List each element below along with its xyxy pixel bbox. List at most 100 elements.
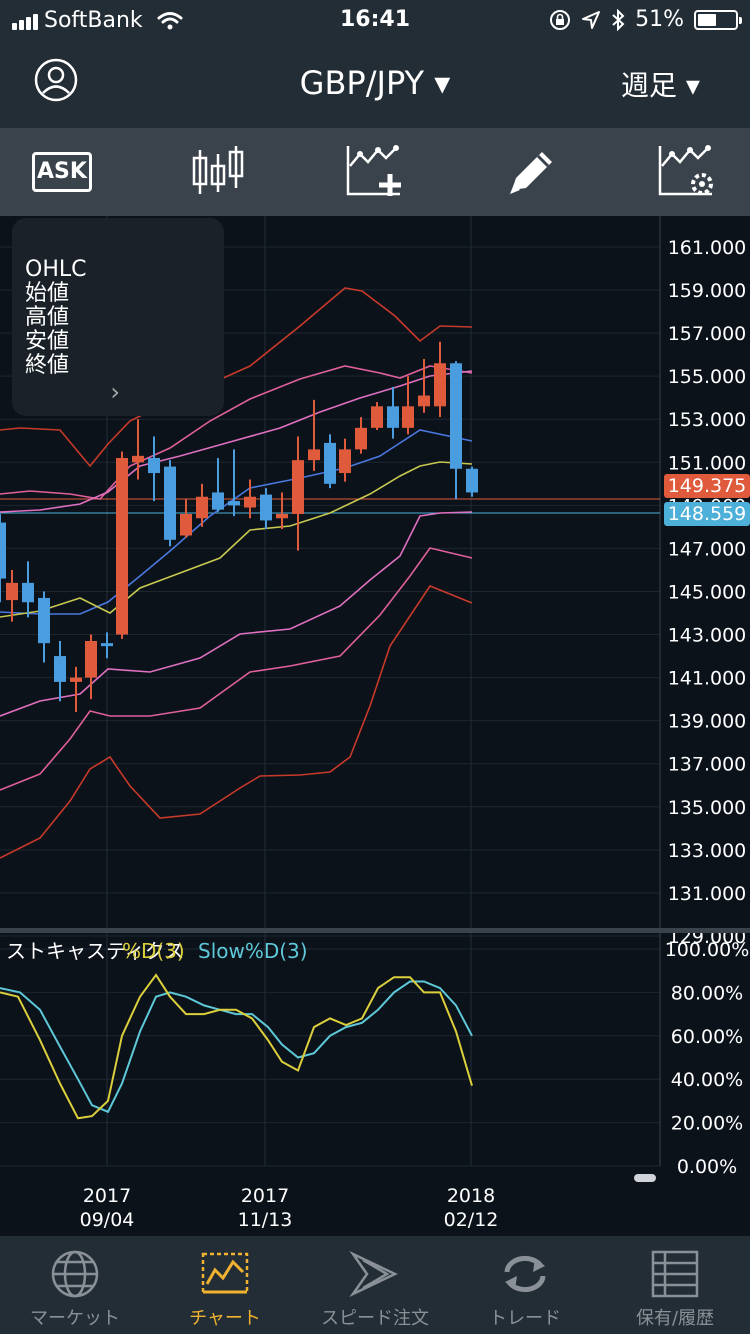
ohlc-low: 安値 [25,329,70,354]
candle-body [402,406,414,428]
list-icon [651,1250,699,1298]
price-tick-label: 133.000 [668,840,747,862]
candle-body [339,449,351,474]
tab-positions-history-label: 保有/履歴 [635,1308,715,1329]
price-tick-label: 147.000 [668,538,747,560]
stoch-tick-label: 20.00% [671,1113,743,1135]
scroll-handle[interactable] [634,1174,656,1182]
chevron-right-icon[interactable]: › [110,380,120,404]
candle-body [434,363,446,407]
ask-button[interactable]: ASK [32,144,92,200]
price-axis: 161.000 159.000 157.000 155.000 153.000 151.0… [668,237,747,948]
candle-body [324,442,336,484]
globe-icon [51,1250,99,1298]
candle-body [38,597,50,644]
tab-trade[interactable]: トレード [450,1236,600,1334]
price-tick-label: 139.000 [668,711,747,733]
ohlc-close: 終値 [25,353,70,378]
draw-pencil-icon[interactable] [502,144,562,200]
candle-body [260,494,272,521]
candle-body [85,640,97,678]
ohlc-open: 始値 [25,281,70,306]
candlestick-icon[interactable] [188,144,248,200]
tab-positions-history[interactable]: 保有/履歴 [600,1236,750,1334]
date-year-label: 2017 [241,1185,289,1207]
price-tick-label: 159.000 [668,280,747,302]
stoch-slow-label: Slow%D(3) [198,939,308,963]
stoch-tick-label: 40.00% [671,1069,743,1091]
candle-body [450,363,462,469]
stoch-tick-label: 0.00% [677,1156,737,1178]
status-right: 51% [549,7,742,32]
stoch-d-label: %D(3) [122,939,185,963]
candle-body [164,466,176,540]
refresh-arrows-icon [504,1255,546,1293]
date-md-label: 02/12 [444,1209,499,1231]
ohlc-panel[interactable]: OHLC 始値 高値 安値 終値 › [12,218,224,416]
tab-chart[interactable]: チャート [150,1236,300,1334]
candle-body [196,496,208,519]
candle-body [292,460,304,514]
candle-body [70,677,82,682]
status-bar: SoftBank 16:41 51% [0,0,750,40]
band-line [0,461,473,618]
slow-d-line [0,980,473,1114]
price-tick-label: 155.000 [668,366,747,388]
candle-body [0,522,6,579]
battery-icon [694,9,742,30]
price-tick-label: 161.000 [668,237,747,259]
candle-body [244,496,256,508]
candle-body [418,395,430,407]
candle-body [212,492,224,510]
tab-speed-order[interactable]: スピード注文 [300,1236,450,1334]
band-line [0,585,473,859]
header: GBP/JPY ▾ 週足 ▾ [0,40,750,128]
chart-icon [201,1252,249,1294]
price-tick-label: 141.000 [668,668,747,690]
tab-chart-label: チャート [189,1308,261,1329]
add-indicator-icon[interactable] [344,144,404,200]
bluetooth-icon [612,8,625,31]
price-tick-label: 153.000 [668,409,747,431]
rotation-lock-icon [550,9,571,30]
candle-body [180,513,192,536]
speed-arrow-icon [349,1250,398,1298]
date-md-label: 11/13 [238,1209,293,1231]
indicator-settings-icon[interactable] [656,144,716,200]
chart-toolbar: ASK [0,128,750,216]
d-line [0,973,473,1120]
date-year-label: 2018 [447,1185,495,1207]
candle-body [148,457,160,474]
stoch-tick-label: 60.00% [671,1026,743,1048]
candle-body [132,455,144,463]
price-tick-label: 135.000 [668,797,747,819]
ask-label: ASK [32,152,92,192]
candle-body [116,457,128,635]
panel-divider[interactable] [0,928,750,933]
band-line [0,547,473,791]
candle-body [276,513,288,519]
stochastic-lines [0,973,473,1120]
candle-body [228,501,240,506]
tab-market[interactable]: マーケット [0,1236,150,1334]
price-tick-label: 131.000 [668,883,747,905]
candle-body [387,406,399,428]
price-tick-label: 157.000 [668,323,747,345]
location-icon [582,10,601,29]
price-tick-label: 145.000 [668,581,747,603]
stoch-tick-label: 100.00% [665,939,750,961]
tab-speed-order-label: スピード注文 [321,1308,429,1329]
ohlc-high: 高値 [25,305,70,330]
tab-bar: マーケット チャート スピード注文 トレード 保有/履歴 [0,1236,750,1334]
tab-trade-label: トレード [489,1308,561,1329]
candle-body [355,427,367,450]
candle-body [308,449,320,461]
price-tick-label: 151.000 [668,452,747,474]
battery-percent: 51% [635,7,684,32]
bid-price-value: 148.559 [668,503,747,525]
period-selector[interactable]: 週足 ▾ [621,64,700,104]
candle-body [54,656,66,682]
stoch-tick-label: 80.00% [671,982,743,1004]
tab-market-label: マーケット [30,1308,120,1329]
ohlc-title: OHLC [25,257,87,282]
